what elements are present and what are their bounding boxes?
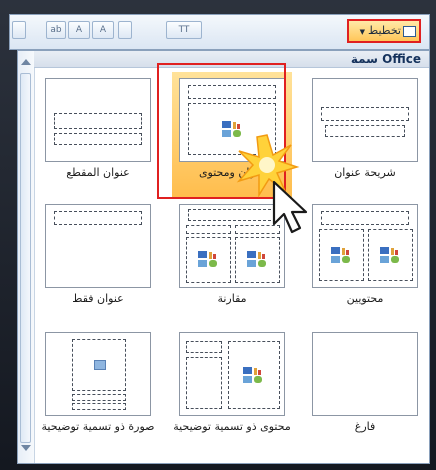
shrink-font-label: A xyxy=(99,25,107,35)
font-style-label: ab xyxy=(50,25,62,35)
content-placeholder-icon xyxy=(331,247,353,263)
ribbon-small-button-1[interactable] xyxy=(12,21,26,39)
layout-label: عنوان المقطع xyxy=(66,166,130,179)
font-style-button[interactable]: ab xyxy=(46,21,66,39)
layout-button-label: تخطيط xyxy=(368,24,401,37)
layout-two-content[interactable]: محتويين xyxy=(305,198,425,324)
layout-section-header[interactable]: عنوان المقطع xyxy=(38,72,158,198)
mouse-pointer-icon xyxy=(272,180,308,234)
layout-label: مقارنة xyxy=(217,292,247,305)
grow-font-label: A xyxy=(75,25,83,35)
layout-content-with-caption[interactable]: محتوى ذو تسمية توضيحية xyxy=(172,326,292,452)
layout-label: محتوى ذو تسمية توضيحية xyxy=(173,420,291,433)
grow-font-button[interactable]: A xyxy=(68,21,90,39)
layout-icon xyxy=(403,26,416,37)
scroll-thumb[interactable] xyxy=(20,73,31,443)
layout-label: شريحة عنوان xyxy=(334,166,396,179)
layout-label: فارغ xyxy=(354,420,376,433)
layout-thumbnail xyxy=(45,78,151,162)
picture-placeholder-icon xyxy=(94,360,106,370)
scroll-up-icon[interactable] xyxy=(21,59,31,65)
layout-thumbnail xyxy=(179,332,285,416)
layout-label: محتويين xyxy=(346,292,384,305)
font-size-label: TT xyxy=(178,25,190,35)
content-placeholder-icon xyxy=(243,367,265,383)
font-size-dropdown[interactable]: TT xyxy=(166,21,202,39)
layout-thumbnail xyxy=(45,204,151,288)
ribbon-bar: ab A A TT تخطيط▼ xyxy=(9,14,430,50)
layout-thumbnail xyxy=(179,204,285,288)
dropdown-arrow-icon: ▼ xyxy=(359,28,366,36)
gallery-scrollbar[interactable] xyxy=(18,51,35,463)
shrink-font-button[interactable]: A xyxy=(92,21,114,39)
layout-label: صورة ذو تسمية توضيحية xyxy=(41,420,155,433)
ribbon-small-button-2[interactable] xyxy=(118,21,132,39)
layout-thumbnail xyxy=(312,78,418,162)
content-placeholder-icon xyxy=(198,251,220,267)
layout-title-only[interactable]: عنوان فقط xyxy=(38,198,158,324)
layout-blank[interactable]: فارغ xyxy=(305,326,425,452)
content-placeholder-icon xyxy=(247,251,269,267)
layout-picture-with-caption[interactable]: صورة ذو تسمية توضيحية xyxy=(38,326,158,452)
scroll-down-icon[interactable] xyxy=(21,445,31,451)
layout-label: عنوان فقط xyxy=(72,292,124,305)
layout-title-slide[interactable]: شريحة عنوان xyxy=(305,72,425,198)
layout-button[interactable]: تخطيط▼ xyxy=(347,19,421,43)
layout-thumbnail xyxy=(45,332,151,416)
layout-thumbnail xyxy=(312,332,418,416)
layout-thumbnail xyxy=(312,204,418,288)
content-placeholder-icon xyxy=(380,247,402,263)
